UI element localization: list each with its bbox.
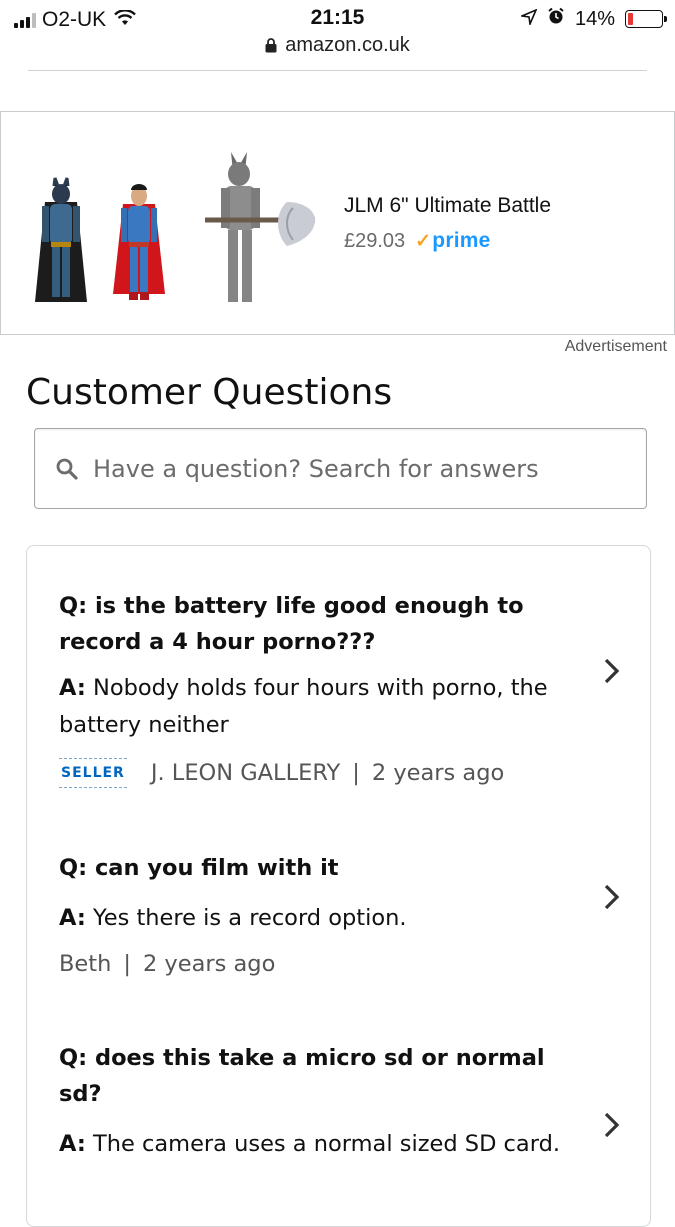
url-text: amazon.co.uk <box>285 34 410 56</box>
qa-item[interactable]: Q: can you film with it A: Yes there is … <box>59 850 579 977</box>
search-box[interactable] <box>34 428 647 509</box>
answer: A: Yes there is a record option. <box>59 900 579 937</box>
questions-card: Q: is the battery life good enough to re… <box>26 545 651 1227</box>
answer-prefix: A: <box>59 675 86 701</box>
status-right: 14% <box>519 7 667 31</box>
advertisement-label: Advertisement <box>564 338 667 355</box>
search-input[interactable] <box>91 453 615 484</box>
answer-prefix: A: <box>59 1131 86 1157</box>
answer-text: Yes there is a record option. <box>93 905 407 931</box>
question-text[interactable]: Q: does this take a micro sd or normal s… <box>59 1040 579 1112</box>
lock-icon <box>265 36 277 59</box>
ad-banner[interactable]: JLM 6" Ultimate Battle £29.03 ✓ prime <box>0 111 675 335</box>
chevron-right-icon[interactable] <box>602 656 622 686</box>
address-bar[interactable]: amazon.co.uk <box>0 34 675 59</box>
separator: | <box>123 951 131 977</box>
answer: A: The camera uses a normal sized SD car… <box>59 1126 579 1163</box>
answer-meta: SELLER J. LEON GALLERY | 2 years ago <box>59 758 579 788</box>
location-icon <box>519 7 538 31</box>
ad-product-title[interactable]: JLM 6" Ultimate Battle <box>344 194 551 218</box>
alarm-icon <box>547 7 565 31</box>
page-title: Customer Questions <box>26 372 393 413</box>
divider <box>28 70 647 71</box>
answer-prefix: A: <box>59 905 86 931</box>
product-image <box>25 142 325 322</box>
answer: A: Nobody holds four hours with porno, t… <box>59 670 579 744</box>
answer-age: 2 years ago <box>371 760 505 786</box>
prime-badge: ✓ prime <box>415 229 490 253</box>
search-icon <box>55 457 79 481</box>
figure-3-image <box>205 152 315 302</box>
figure-1-image <box>35 177 87 302</box>
prime-label: prime <box>432 229 491 252</box>
answer-text: The camera uses a normal sized SD card. <box>93 1131 561 1157</box>
prime-check-icon: ✓ <box>415 230 432 252</box>
qa-item[interactable]: Q: is the battery life good enough to re… <box>59 588 579 788</box>
separator: | <box>352 760 360 786</box>
battery-percent: 14% <box>574 7 615 30</box>
chevron-right-icon[interactable] <box>602 1110 622 1140</box>
answer-text: Nobody holds four hours with porno, the … <box>59 675 548 738</box>
answer-author: Beth <box>59 951 112 977</box>
battery-icon <box>625 10 667 28</box>
question-text[interactable]: Q: can you film with it <box>59 850 579 886</box>
seller-badge: SELLER <box>59 758 127 788</box>
answer-author: J. LEON GALLERY <box>150 760 341 786</box>
figure-2-image <box>113 184 165 300</box>
qa-item[interactable]: Q: does this take a micro sd or normal s… <box>59 1040 579 1163</box>
ad-price-row: £29.03 ✓ prime <box>344 229 490 253</box>
answer-age: 2 years ago <box>142 951 276 977</box>
chevron-right-icon[interactable] <box>602 882 622 912</box>
answer-meta: Beth | 2 years ago <box>59 951 579 977</box>
question-text[interactable]: Q: is the battery life good enough to re… <box>59 588 579 660</box>
ad-price: £29.03 <box>344 229 406 252</box>
